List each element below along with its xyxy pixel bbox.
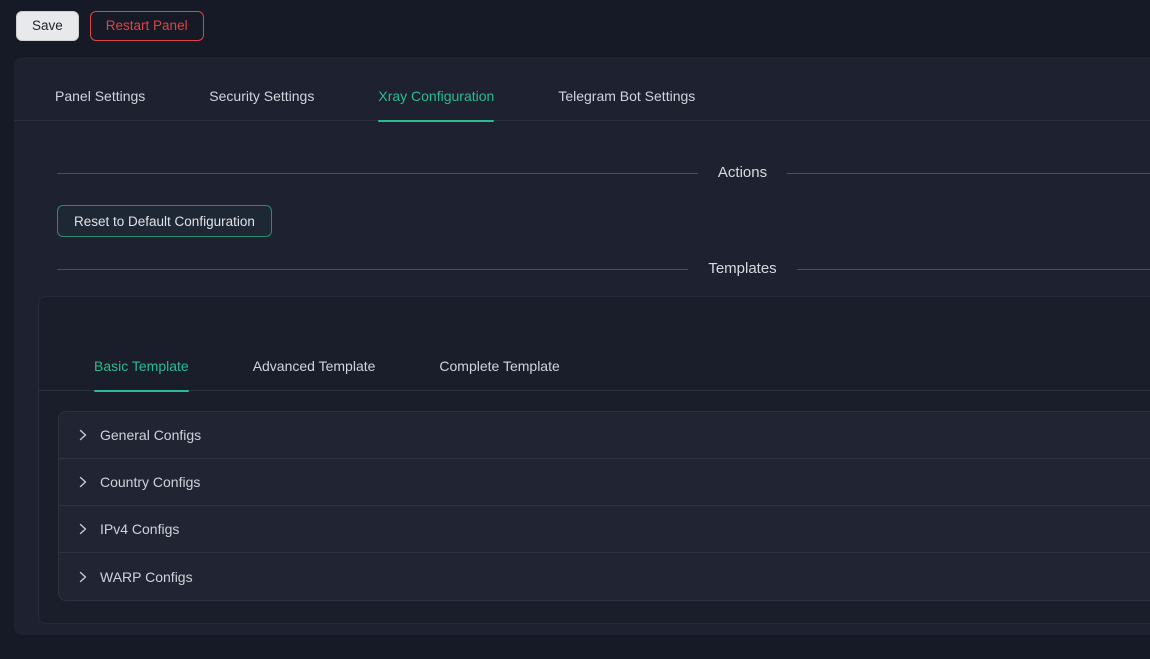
chevron-right-icon xyxy=(77,523,89,535)
collapse-row-label: General Configs xyxy=(100,427,201,443)
tab-telegram-bot-settings[interactable]: Telegram Bot Settings xyxy=(558,71,695,121)
configs-collapse: General Configs Country Configs IPv4 Con… xyxy=(58,411,1150,601)
divider-line xyxy=(787,173,1150,174)
templates-divider: Templates xyxy=(57,257,1150,281)
templates-divider-label: Templates xyxy=(688,257,796,281)
chevron-right-icon xyxy=(77,571,89,583)
restart-panel-button[interactable]: Restart Panel xyxy=(90,11,204,41)
topbar: Save Restart Panel xyxy=(0,0,1150,52)
chevron-right-icon xyxy=(77,429,89,441)
collapse-row-warp-configs[interactable]: WARP Configs xyxy=(59,553,1150,600)
tab-xray-configuration[interactable]: Xray Configuration xyxy=(378,71,494,121)
template-tabs: Basic Template Advanced Template Complet… xyxy=(39,341,1150,391)
collapse-row-ipv4-configs[interactable]: IPv4 Configs xyxy=(59,506,1150,553)
tab-security-settings[interactable]: Security Settings xyxy=(209,71,314,121)
collapse-row-country-configs[interactable]: Country Configs xyxy=(59,459,1150,506)
settings-card: Panel Settings Security Settings Xray Co… xyxy=(14,57,1150,635)
tab-panel-settings[interactable]: Panel Settings xyxy=(55,71,145,121)
actions-divider: Actions xyxy=(57,161,1150,185)
tab-advanced-template[interactable]: Advanced Template xyxy=(253,341,376,391)
collapse-row-label: IPv4 Configs xyxy=(100,521,179,537)
divider-line xyxy=(797,269,1150,270)
actions-divider-label: Actions xyxy=(698,161,787,185)
collapse-row-label: Country Configs xyxy=(100,474,200,490)
templates-card: Basic Template Advanced Template Complet… xyxy=(38,296,1150,624)
reset-default-config-button[interactable]: Reset to Default Configuration xyxy=(57,205,272,237)
collapse-row-label: WARP Configs xyxy=(100,569,193,585)
tab-basic-template[interactable]: Basic Template xyxy=(94,341,189,391)
chevron-right-icon xyxy=(77,476,89,488)
tab-complete-template[interactable]: Complete Template xyxy=(439,341,559,391)
save-button[interactable]: Save xyxy=(16,11,79,41)
divider-line xyxy=(57,269,688,270)
main-tabs: Panel Settings Security Settings Xray Co… xyxy=(14,71,1150,121)
divider-line xyxy=(57,173,698,174)
collapse-row-general-configs[interactable]: General Configs xyxy=(59,412,1150,459)
